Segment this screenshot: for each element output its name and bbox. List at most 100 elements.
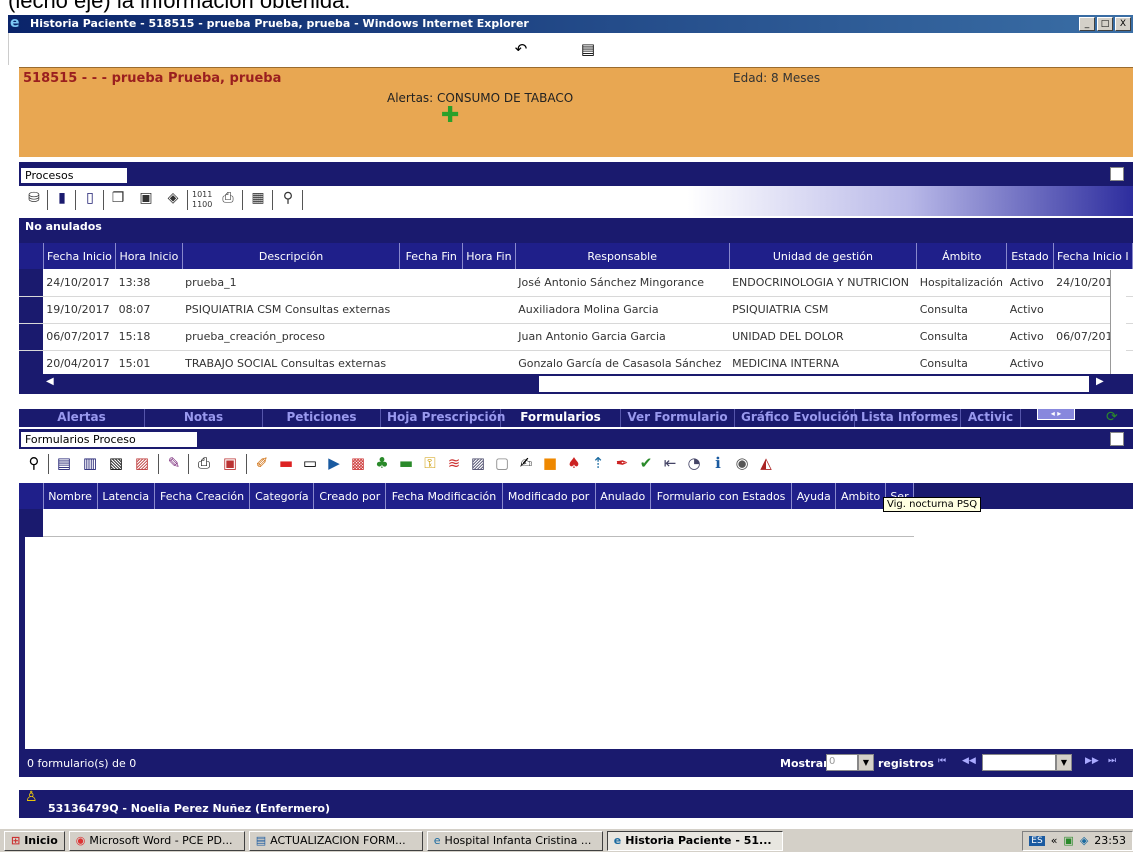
column-header[interactable]: Descripción <box>182 243 401 269</box>
column-header[interactable]: Responsable <box>515 243 730 269</box>
tab-formularios[interactable]: Formularios <box>501 409 621 427</box>
column-header[interactable]: Estado <box>1006 243 1054 269</box>
start-button[interactable]: ⊞ Inicio <box>4 830 65 851</box>
tab-peticiones[interactable]: Peticiones <box>263 409 381 427</box>
patient-search-icon[interactable]: ⛁ <box>24 190 44 210</box>
column-header[interactable]: Fecha Fin <box>399 243 463 269</box>
taskbar-item-actualizacion[interactable]: ▤ ACTUALIZACION FORM... <box>248 830 423 851</box>
row-selector[interactable] <box>19 296 44 324</box>
column-header[interactable]: Nombre <box>43 483 98 509</box>
back-arrow-icon[interactable]: ↶ <box>511 40 531 60</box>
add-alert-icon[interactable]: ✚ <box>441 105 459 127</box>
table-row[interactable]: 20/04/2017 15:01 TRABAJO SOCIAL Consulta… <box>19 350 1133 378</box>
medical-icon[interactable]: ♠ <box>564 454 584 476</box>
form-new-icon[interactable]: ▥ <box>80 454 100 476</box>
pen-icon[interactable]: ✎ <box>164 454 184 476</box>
column-header[interactable]: Ayuda <box>791 483 837 509</box>
column-header[interactable]: Modificado por <box>502 483 596 509</box>
search-icon[interactable]: ⚲ <box>24 454 44 476</box>
night-watch-icon[interactable]: ◭ <box>756 454 776 476</box>
chart-icon[interactable]: ▩ <box>348 454 368 476</box>
tab-ver-formulario[interactable]: Ver Formulario <box>621 409 735 427</box>
column-header[interactable]: Unidad de gestión <box>729 243 918 269</box>
folder-red-icon[interactable]: ▬ <box>276 454 296 476</box>
print-icon[interactable]: ▤ <box>578 40 598 60</box>
prev-page-icon[interactable]: ◀◀ <box>962 756 976 766</box>
row-selector[interactable] <box>19 509 43 537</box>
print-form-icon[interactable]: ⎙ <box>194 454 214 476</box>
open-process-icon[interactable]: ▮ <box>52 190 72 210</box>
window-icon[interactable]: ▭ <box>300 454 320 476</box>
grid-icon[interactable]: ▦ <box>248 190 268 210</box>
procesos-maximize-icon[interactable] <box>1110 167 1124 181</box>
printer-icon[interactable]: ⎙ <box>218 190 238 210</box>
orange-square-icon[interactable]: ■ <box>540 454 560 476</box>
column-header[interactable]: Fecha Creación <box>154 483 251 509</box>
chevron-down-icon[interactable]: ▼ <box>1056 754 1072 771</box>
doc-pen-icon[interactable]: ✍ <box>516 454 536 476</box>
check-icon[interactable]: ✔ <box>636 454 656 476</box>
tab-notas[interactable]: Notas <box>145 409 263 427</box>
taskbar-item-historia[interactable]: e Historia Paciente - 51... <box>606 830 783 851</box>
tab-actividades[interactable]: Activic <box>961 409 1021 427</box>
form-edit-icon[interactable]: ▧ <box>106 454 126 476</box>
play-icon[interactable]: ▶ <box>324 454 344 476</box>
tray-app-icon[interactable]: ▣ <box>1063 834 1073 847</box>
edit-doc-icon[interactable]: ✐ <box>252 454 272 476</box>
tab-scroll-arrows-icon[interactable]: ◂ ▸ <box>1037 408 1075 420</box>
up-arrow-icon[interactable]: ⇡ <box>588 454 608 476</box>
tab-alertas[interactable]: Alertas <box>19 409 145 427</box>
info-icon[interactable]: ℹ <box>708 454 728 476</box>
column-header[interactable]: Ambito <box>835 483 886 509</box>
chevron-down-icon[interactable]: ▼ <box>858 754 874 771</box>
form-list-icon[interactable]: ▤ <box>54 454 74 476</box>
image-edit-icon[interactable]: ▨ <box>468 454 488 476</box>
eye-icon[interactable]: ◉ <box>732 454 752 476</box>
exit-door-icon[interactable]: ⇤ <box>660 454 680 476</box>
page-select[interactable] <box>982 754 1056 771</box>
flag-icon[interactable]: ≋ <box>444 454 464 476</box>
tab-lista-informes[interactable]: Lista Informes <box>855 409 961 427</box>
doc-a-icon[interactable]: ▢ <box>492 454 512 476</box>
tray-expand-icon[interactable]: « <box>1051 834 1058 847</box>
column-header[interactable]: Hora Fin <box>462 243 516 269</box>
scroll-right-icon[interactable]: ▶ <box>1096 376 1104 387</box>
column-header[interactable]: Categoría <box>249 483 315 509</box>
form-delete-icon[interactable]: ▨ <box>132 454 152 476</box>
copy-icon[interactable]: ❐ <box>108 190 128 210</box>
formularios-maximize-icon[interactable] <box>1110 432 1124 446</box>
table-row[interactable]: 24/10/2017 13:38 prueba_1 José Antonio S… <box>19 269 1133 297</box>
horizontal-scroll-thumb[interactable] <box>539 376 1089 392</box>
binary-icon[interactable]: 1011 1100 <box>192 190 212 210</box>
tree-icon[interactable]: ♣ <box>372 454 392 476</box>
row-selector[interactable] <box>19 350 44 378</box>
taskbar-item-hospital[interactable]: e Hospital Infanta Cristina ... <box>426 830 603 851</box>
clock[interactable]: 23:53 <box>1094 834 1126 847</box>
refresh-icon[interactable]: ⟳ <box>1106 409 1122 425</box>
tab-grafico-evolucion[interactable]: Gráfico Evolución <box>735 409 858 427</box>
pin-icon[interactable]: ⚲ <box>278 190 298 210</box>
column-header[interactable]: Anulado <box>595 483 651 509</box>
mostrar-select[interactable]: 0 <box>826 754 858 771</box>
clipboard-icon[interactable]: ▣ <box>136 190 156 210</box>
first-page-icon[interactable]: ⏮ <box>938 756 946 766</box>
close-process-icon[interactable]: ▯ <box>80 190 100 210</box>
row-selector[interactable] <box>19 323 44 351</box>
minimize-button[interactable]: _ <box>1079 17 1095 31</box>
column-header[interactable]: Fecha Modificación <box>385 483 503 509</box>
table-row[interactable]: 06/07/2017 15:18 prueba_creación_proceso… <box>19 323 1133 351</box>
eraser-icon[interactable]: ◈ <box>163 190 183 210</box>
folder-green-icon[interactable]: ▬ <box>396 454 416 476</box>
footprints-icon[interactable]: ◔ <box>684 454 704 476</box>
maximize-button[interactable]: □ <box>1097 17 1113 31</box>
next-page-icon[interactable]: ▶▶ <box>1085 756 1099 766</box>
column-header[interactable]: Formulario con Estados <box>650 483 793 509</box>
column-header[interactable]: Fecha Inicio I <box>1053 243 1133 269</box>
column-header[interactable]: Ámbito <box>916 243 1008 269</box>
table-row[interactable]: 19/10/2017 08:07 PSIQUIATRIA CSM Consult… <box>19 296 1133 324</box>
row-selector[interactable] <box>19 269 44 297</box>
network-icon[interactable]: ◈ <box>1080 834 1088 847</box>
column-header[interactable]: Fecha Inicio <box>43 243 117 269</box>
language-indicator[interactable]: ES <box>1029 835 1045 846</box>
tab-hoja-prescripcion[interactable]: Hoja Prescripción <box>381 409 505 427</box>
